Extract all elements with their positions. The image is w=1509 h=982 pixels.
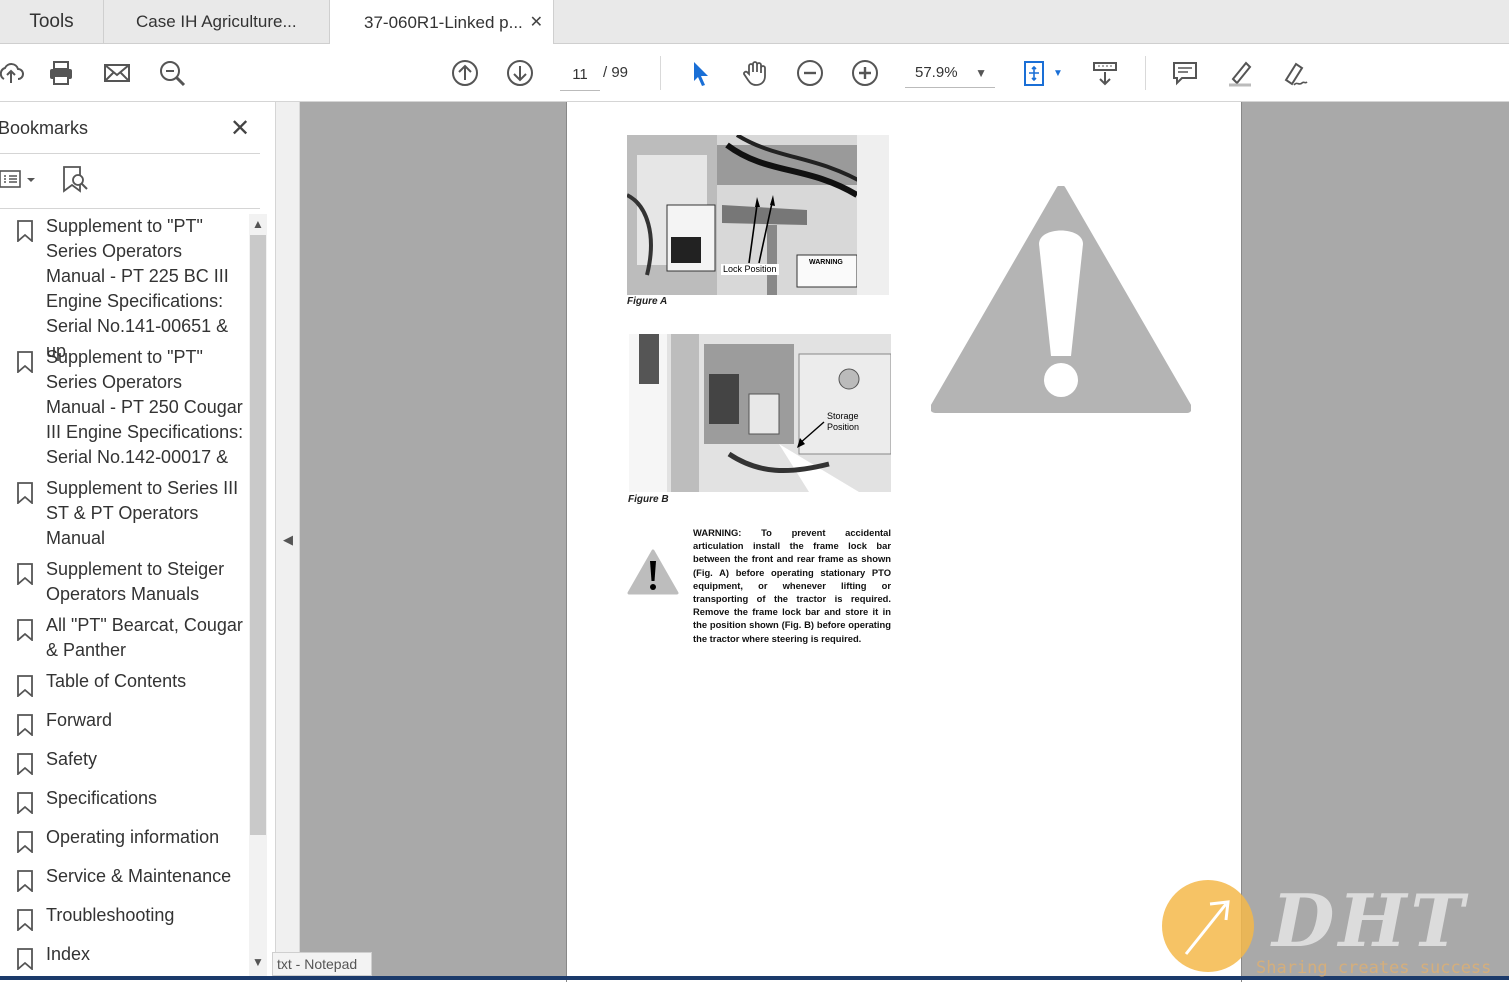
hand-icon[interactable] [738,56,772,90]
bookmark-label: Supplement to "PT" Series Operators Manu… [46,347,244,467]
upload-icon[interactable] [0,56,28,90]
scroll-up-icon[interactable]: ▲ [249,214,267,234]
tab-document-1-label: Case IH Agriculture... [136,12,297,31]
bookmark-icon [17,792,33,814]
highlight-icon[interactable] [1223,56,1257,90]
bookmark-icon [17,675,33,697]
bookmark-label: Supplement to "PT" Series Operators Manu… [46,216,229,361]
bookmark-icon [17,619,33,641]
close-icon[interactable]: ✕ [230,114,250,143]
tab-tools-label: Tools [29,11,74,32]
taskbar-strip [0,976,1509,980]
bookmark-icon [17,870,33,892]
chevron-down-icon: ▼ [975,66,987,80]
select-arrow-icon[interactable] [683,56,717,90]
figure-a-sign: WARNING [809,259,843,266]
page-up-icon[interactable] [448,56,482,90]
panel-divider [0,208,260,209]
main-toolbar: / 99 57.9% ▼ ▼ [0,44,1509,102]
collapse-panel-icon[interactable]: ◀ [283,532,293,548]
print-icon[interactable] [44,56,78,90]
zoom-value: 57.9% [915,64,958,81]
bookmark-label: Service & Maintenance [46,866,232,886]
figure-b-callout-line2: Position [827,422,860,432]
options-menu-icon[interactable] [0,168,40,197]
bookmark-label: Supplement to Steiger Operators Manuals [46,559,225,604]
bookmark-icon [17,563,33,585]
bookmark-icon [17,753,33,775]
document-viewport[interactable]: Lock Position WARNING Figure A Storage P… [300,102,1509,982]
tab-document-2-label: 37-060R1-Linked p... [364,12,523,32]
tab-document-2[interactable]: 37-060R1-Linked p... ✕ [330,0,554,45]
figure-a-caption: Figure A [627,296,668,307]
panel-divider [0,153,260,154]
bookmark-icon [17,831,33,853]
bookmark-icon [17,714,33,736]
tab-bar: Tools Case IH Agriculture... 37-060R1-Li… [0,0,1509,45]
panel-title: Bookmarks [0,118,89,138]
toolbar-divider [660,56,661,90]
page-number-input[interactable] [560,58,600,91]
warning-paragraph: WARNING: To prevent accidental articulat… [693,527,891,644]
page-down-icon[interactable] [503,56,537,90]
close-tab-icon[interactable]: ✕ [530,12,543,32]
comment-icon[interactable] [1168,56,1202,90]
bookmark-label: Table of Contents [46,671,187,691]
bookmark-icon [17,482,33,504]
zoom-out-icon[interactable] [793,56,827,90]
figure-a-callout: Lock Position [721,264,779,275]
bookmark-label: Forward [46,710,113,730]
bookmark-icon [17,909,33,931]
chevron-down-icon[interactable]: ▼ [1053,68,1063,79]
tab-document-1[interactable]: Case IH Agriculture... [104,0,330,44]
notepad-taskbar-item[interactable]: txt - Notepad [272,952,372,976]
bookmark-icon [17,351,33,373]
bookmark-label: Supplement to Series III ST & PT Operato… [46,478,239,548]
find-bookmark-icon[interactable] [60,164,90,199]
figure-b-callout-line1: Storage [827,411,859,421]
zoom-search-icon[interactable] [155,56,189,90]
scrollbar-thumb[interactable] [250,235,266,835]
pdf-page: Lock Position WARNING Figure A Storage P… [566,102,1242,982]
bookmark-label: All "PT" Bearcat, Cougar & Panther [46,615,243,660]
sign-icon[interactable] [1278,56,1312,90]
bookmarks-panel: Bookmarks ✕ Supplement to "PT" Series Op… [0,102,276,980]
scroll-down-icon[interactable]: ▼ [249,952,267,972]
figure-b-photo: Storage Position [629,334,891,492]
mail-icon[interactable] [100,56,134,90]
toolbar-divider [1145,56,1146,90]
figure-b-caption: Figure B [628,494,669,505]
scroll-mode-icon[interactable] [1088,56,1122,90]
tab-tools[interactable]: Tools [0,0,104,44]
bookmark-icon [17,220,33,242]
bookmark-label: Safety [46,749,98,769]
large-warning-triangle-icon [931,186,1191,413]
warning-triangle-icon [627,549,679,595]
page-total: / 99 [603,64,629,81]
bookmark-label: Index [46,944,91,964]
bookmark-icon [17,948,33,970]
bookmark-label: Operating information [46,827,220,847]
panel-collapse-rail[interactable]: ◀ [276,102,300,980]
figure-a-photo: Lock Position WARNING [627,135,889,295]
zoom-select[interactable]: 57.9% ▼ [905,58,995,88]
fit-page-icon[interactable] [1018,56,1052,90]
zoom-in-icon[interactable] [848,56,882,90]
bookmark-label: Troubleshooting [46,905,175,925]
bookmark-label: Specifications [46,788,158,808]
